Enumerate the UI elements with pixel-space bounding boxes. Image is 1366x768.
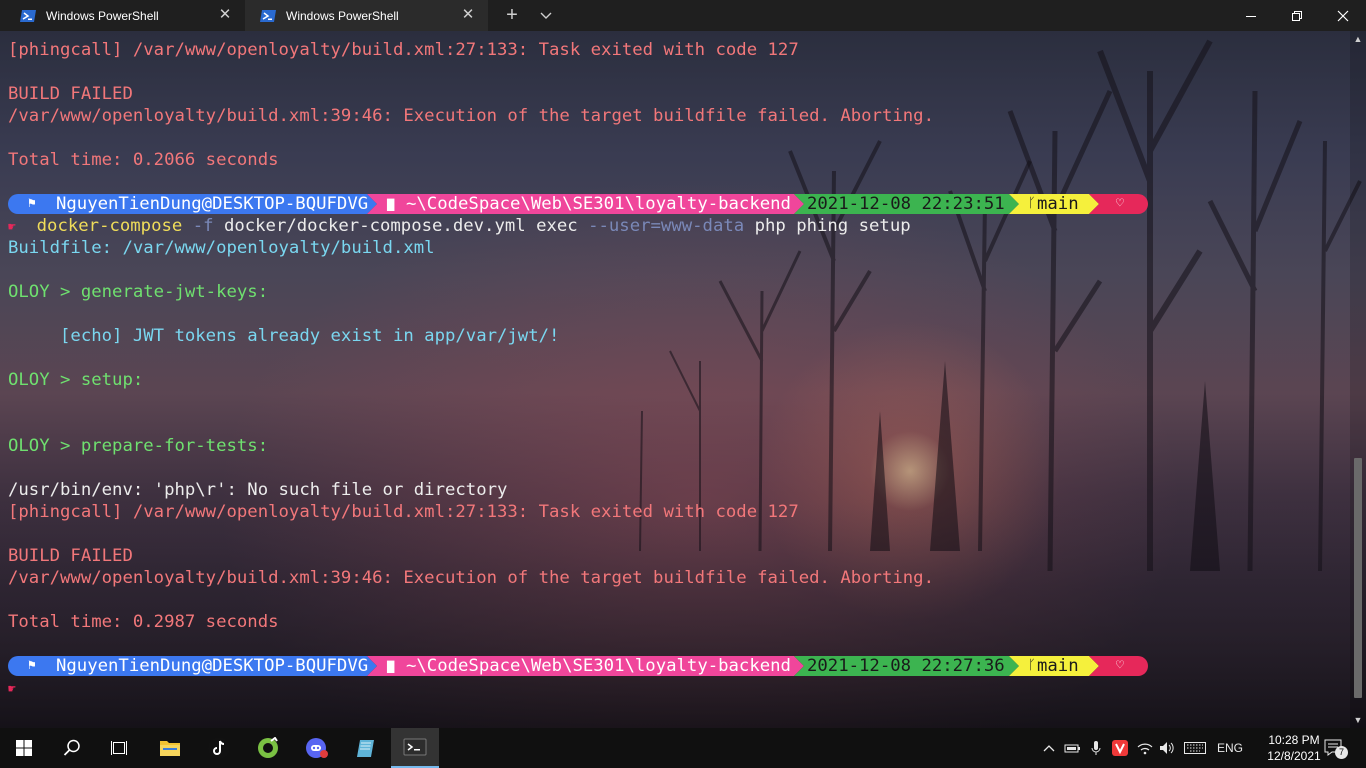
language-indicator[interactable]: ENG <box>1214 738 1246 758</box>
prompt-branch: main <box>1037 656 1079 676</box>
green-app-button[interactable] <box>244 728 292 768</box>
terminal-icon <box>403 738 427 756</box>
scrollbar-thumb[interactable] <box>1354 458 1362 698</box>
wifi-icon[interactable] <box>1136 738 1154 758</box>
tab-powershell-2[interactable]: Windows PowerShell ✕ <box>245 0 488 31</box>
microphone-icon[interactable] <box>1088 738 1104 758</box>
close-icon <box>1337 10 1349 21</box>
windows-terminal-button[interactable] <box>391 728 439 768</box>
output-line: /var/www/openloyalty/build.xml:39:46: Ex… <box>8 106 934 126</box>
start-button[interactable] <box>0 728 48 768</box>
folder-icon: ▇ <box>387 197 395 211</box>
command-user-flag: --user=www-data <box>588 216 745 236</box>
discord-button[interactable] <box>293 728 341 768</box>
heart-icon: ♡ <box>1116 658 1124 673</box>
scroll-up-icon[interactable]: ▲ <box>1350 31 1366 47</box>
file-explorer-button[interactable] <box>146 728 194 768</box>
new-tab-button[interactable]: + <box>500 3 524 27</box>
tab-title: Windows PowerShell <box>46 8 159 23</box>
powershell-icon <box>20 9 36 22</box>
battery-icon[interactable] <box>1064 738 1082 758</box>
app-green-icon <box>258 737 278 758</box>
output-line: Buildfile: /var/www/openloyalty/build.xm… <box>8 238 435 258</box>
command-exe: docker-compose <box>36 216 183 236</box>
command-rest: php phing setup <box>754 216 911 236</box>
pointing-hand-icon: ☛ <box>8 682 16 697</box>
output-line: [phingcall] /var/www/openloyalty/build.x… <box>8 502 799 522</box>
prompt-branch: main <box>1037 194 1079 214</box>
output-line: /var/www/openloyalty/build.xml:39:46: Ex… <box>8 568 934 588</box>
search-button[interactable] <box>48 728 96 768</box>
prompt-bar: ⚑ NguyenTienDung@DESKTOP-BQUFDVG ▇ ~\Cod… <box>8 194 1152 214</box>
notification-count: 7 <box>1335 746 1348 759</box>
command-line: ☛ docker-compose -f docker/docker-compos… <box>8 215 934 237</box>
notification-center-button[interactable]: 7 <box>1322 738 1350 759</box>
output-line: BUILD FAILED <box>8 546 133 566</box>
folder-icon <box>160 741 180 756</box>
volume-icon[interactable] <box>1158 738 1176 758</box>
minimize-icon <box>1246 15 1256 17</box>
restore-icon <box>1292 10 1302 21</box>
task-view-icon <box>111 741 127 755</box>
output-line: BUILD FAILED <box>8 84 133 104</box>
terminal-output: [phingcall] /var/www/openloyalty/build.x… <box>8 39 934 699</box>
chevron-up-icon[interactable] <box>1040 738 1058 758</box>
git-branch-icon: ᚴ <box>1028 196 1036 211</box>
notepad-icon <box>357 740 374 757</box>
output-line: Total time: 0.2066 seconds <box>8 150 279 170</box>
title-bar: Windows PowerShell ✕ Windows PowerShell … <box>0 0 1366 31</box>
cursor-line: ☛ <box>8 677 934 699</box>
prompt-bar: ⚑ NguyenTienDung@DESKTOP-BQUFDVG ▇ ~\Cod… <box>8 656 1152 676</box>
close-tab-icon[interactable]: ✕ <box>217 7 233 23</box>
prompt-time: 2021-12-08 22:27:36 <box>807 656 1005 676</box>
prompt-time: 2021-12-08 22:23:51 <box>807 194 1005 214</box>
discord-icon <box>306 738 328 758</box>
task-view-button[interactable] <box>96 728 144 768</box>
output-line: [phingcall] /var/www/openloyalty/build.x… <box>8 40 799 60</box>
vertical-scrollbar[interactable]: ▲ ▼ <box>1350 31 1366 728</box>
tiktok-button[interactable] <box>195 728 243 768</box>
vivaldi-icon[interactable] <box>1111 738 1129 758</box>
target-line: OLOY > setup: <box>8 370 144 390</box>
target-line: OLOY > prepare-for-tests: <box>8 436 269 456</box>
restore-button[interactable] <box>1274 0 1320 31</box>
pointing-hand-icon: ☛ <box>8 220 16 235</box>
windows-logo-icon <box>16 740 32 756</box>
tiktok-icon <box>208 737 230 759</box>
folder-icon: ▇ <box>387 659 395 673</box>
heart-icon: ♡ <box>1116 196 1124 211</box>
search-icon <box>63 739 80 756</box>
user-icon: ⚑ <box>28 658 36 673</box>
tab-title: Windows PowerShell <box>286 8 399 23</box>
tab-powershell-1[interactable]: Windows PowerShell ✕ <box>0 0 245 31</box>
scroll-down-icon[interactable]: ▼ <box>1350 712 1366 728</box>
powershell-icon <box>260 9 276 22</box>
echo-line: [echo] JWT tokens already exist in app/v… <box>8 326 560 346</box>
chevron-down-icon[interactable] <box>535 4 557 26</box>
minimize-button[interactable] <box>1228 0 1274 31</box>
output-line: /usr/bin/env: 'php\r': No such file or d… <box>8 480 508 500</box>
close-tab-icon[interactable]: ✕ <box>460 7 476 23</box>
target-line: OLOY > generate-jwt-keys: <box>8 282 269 302</box>
prompt-user: NguyenTienDung@DESKTOP-BQUFDVG <box>56 194 369 214</box>
output-line: Total time: 0.2987 seconds <box>8 612 279 632</box>
command-file: docker/docker-compose.dev.yml exec <box>223 216 578 236</box>
prompt-user: NguyenTienDung@DESKTOP-BQUFDVG <box>56 656 369 676</box>
terminal-pane[interactable]: [phingcall] /var/www/openloyalty/build.x… <box>0 31 1366 728</box>
git-branch-icon: ᚴ <box>1028 658 1036 673</box>
taskbar: ENG 10:28 PM 12/8/2021 7 <box>0 728 1366 768</box>
prompt-path: ~\CodeSpace\Web\SE301\loyalty-backend <box>406 656 791 676</box>
keyboard-icon[interactable] <box>1183 738 1207 758</box>
notepad-button[interactable] <box>342 728 390 768</box>
command-flag: -f <box>192 216 214 236</box>
user-icon: ⚑ <box>28 196 36 211</box>
prompt-path: ~\CodeSpace\Web\SE301\loyalty-backend <box>406 194 791 214</box>
close-button[interactable] <box>1320 0 1366 31</box>
